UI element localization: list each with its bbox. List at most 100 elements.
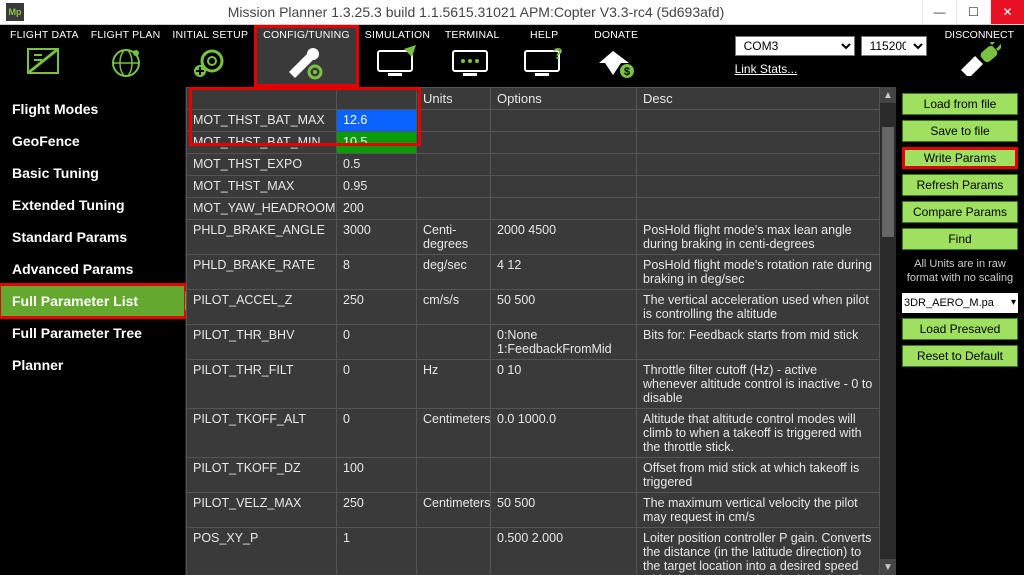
save-to-file-button[interactable]: Save to file — [902, 120, 1018, 142]
sidenav-item-standard-params[interactable]: Standard Params — [0, 221, 185, 253]
table-row[interactable]: PILOT_VELZ_MAX250Centimeters50 500The ma… — [187, 493, 880, 528]
globe-icon — [96, 43, 156, 81]
cell-opt: 50 500 — [491, 493, 637, 528]
link-stats-link[interactable]: Link Stats... — [735, 62, 798, 76]
cell-val[interactable]: 0 — [337, 409, 417, 458]
cell-opt — [491, 458, 637, 493]
wrench-gear-icon — [276, 43, 336, 81]
cell-val[interactable]: 250 — [337, 290, 417, 325]
cell-val[interactable]: 1 — [337, 528, 417, 575]
table-scrollbar[interactable]: ▲ ▼ — [880, 87, 896, 575]
cell-desc: Loiter position controller P gain. Conve… — [637, 528, 880, 575]
scroll-up-arrow[interactable]: ▲ — [880, 87, 896, 103]
reset-to-default-button[interactable]: Reset to Default — [902, 345, 1018, 367]
sidenav-item-full-parameter-tree[interactable]: Full Parameter Tree — [0, 317, 185, 349]
write-params-button[interactable]: Write Params — [902, 147, 1018, 169]
cell-desc — [637, 176, 880, 198]
load-from-file-button[interactable]: Load from file — [902, 93, 1018, 115]
cell-val[interactable]: 0.5 — [337, 154, 417, 176]
simulation-button[interactable]: SIMULATION — [359, 25, 436, 87]
cell-unit — [417, 132, 491, 154]
table-row[interactable]: PILOT_TKOFF_ALT0Centimeters0.0 1000.0Alt… — [187, 409, 880, 458]
table-row[interactable]: MOT_THST_EXPO0.5 — [187, 154, 880, 176]
cell-cmd: MOT_THST_BAT_MAX — [187, 110, 337, 132]
compare-params-button[interactable]: Compare Params — [902, 201, 1018, 223]
table-row[interactable]: MOT_THST_BAT_MIN10.5 — [187, 132, 880, 154]
preset-dropdown[interactable]: 3DR_AERO_M.pa▾ — [902, 293, 1018, 313]
cell-cmd: POS_XY_P — [187, 528, 337, 575]
cell-unit: cm/s/s — [417, 290, 491, 325]
find-button[interactable]: Find — [902, 228, 1018, 250]
app-icon: Mp — [6, 3, 24, 21]
cell-val[interactable]: 0 — [337, 325, 417, 360]
sidenav-item-full-parameter-list[interactable]: Full Parameter List — [0, 285, 185, 317]
column-header[interactable]: Units — [417, 88, 491, 110]
cell-cmd: MOT_THST_MAX — [187, 176, 337, 198]
help-button[interactable]: HELP ? — [508, 25, 580, 87]
flight-plan-button[interactable]: FLIGHT PLAN — [85, 25, 167, 87]
cell-unit: Centimeters — [417, 493, 491, 528]
parameter-table: UnitsOptionsDesc MOT_THST_BAT_MAX12.6MOT… — [186, 87, 880, 575]
sidenav-item-basic-tuning[interactable]: Basic Tuning — [0, 157, 185, 189]
cell-desc — [637, 198, 880, 220]
load-presaved-button[interactable]: Load Presaved — [902, 318, 1018, 340]
cell-val[interactable]: 250 — [337, 493, 417, 528]
cell-unit: deg/sec — [417, 255, 491, 290]
column-header[interactable] — [337, 88, 417, 110]
disconnect-button[interactable]: DISCONNECT — [935, 25, 1024, 87]
baud-rate-select[interactable]: 115200 — [861, 36, 927, 56]
table-row[interactable]: PILOT_THR_FILT0Hz0 10Throttle filter cut… — [187, 360, 880, 409]
table-row[interactable]: PILOT_ACCEL_Z250cm/s/s50 500The vertical… — [187, 290, 880, 325]
table-row[interactable]: PILOT_TKOFF_DZ100Offset from mid stick a… — [187, 458, 880, 493]
sidenav-item-geofence[interactable]: GeoFence — [0, 125, 185, 157]
table-row[interactable]: MOT_THST_MAX0.95 — [187, 176, 880, 198]
cell-val[interactable]: 100 — [337, 458, 417, 493]
units-note: All Units are in raw format with no scal… — [902, 257, 1018, 286]
refresh-params-button[interactable]: Refresh Params — [902, 174, 1018, 196]
initial-setup-button[interactable]: INITIAL SETUP — [166, 25, 254, 87]
cell-val[interactable]: 200 — [337, 198, 417, 220]
column-header[interactable]: Desc — [637, 88, 880, 110]
cell-cmd: MOT_YAW_HEADROOM — [187, 198, 337, 220]
table-row[interactable]: PILOT_THR_BHV00:None 1:FeedbackFromMidBi… — [187, 325, 880, 360]
cell-cmd: PILOT_TKOFF_ALT — [187, 409, 337, 458]
donate-button[interactable]: DONATE $ — [580, 25, 652, 87]
cell-val[interactable]: 3000 — [337, 220, 417, 255]
sidenav-item-extended-tuning[interactable]: Extended Tuning — [0, 189, 185, 221]
window-title: Mission Planner 1.3.25.3 build 1.1.5615.… — [30, 4, 922, 20]
minimize-button[interactable]: — — [922, 0, 956, 24]
sidenav-item-advanced-params[interactable]: Advanced Params — [0, 253, 185, 285]
scroll-thumb[interactable] — [882, 127, 894, 237]
cell-val[interactable]: 12.6 — [337, 110, 417, 132]
table-row[interactable]: PHLD_BRAKE_ANGLE3000Centi-degrees2000 45… — [187, 220, 880, 255]
com-port-select[interactable]: COM3 — [735, 36, 855, 56]
scroll-down-arrow[interactable]: ▼ — [880, 559, 896, 575]
terminal-button[interactable]: TERMINAL — [436, 25, 508, 87]
cell-cmd: MOT_THST_EXPO — [187, 154, 337, 176]
cell-opt: 4 12 — [491, 255, 637, 290]
cell-cmd: MOT_THST_BAT_MIN — [187, 132, 337, 154]
column-header[interactable]: Options — [491, 88, 637, 110]
flight-data-button[interactable]: FLIGHT DATA — [4, 25, 85, 87]
cell-opt: 0 10 — [491, 360, 637, 409]
cell-desc — [637, 132, 880, 154]
cell-val[interactable]: 0 — [337, 360, 417, 409]
table-row[interactable]: MOT_YAW_HEADROOM200 — [187, 198, 880, 220]
cell-val[interactable]: 0.95 — [337, 176, 417, 198]
cell-cmd: PILOT_THR_BHV — [187, 325, 337, 360]
maximize-button[interactable]: ☐ — [956, 0, 990, 24]
column-header[interactable] — [187, 88, 337, 110]
cell-val[interactable]: 8 — [337, 255, 417, 290]
table-row[interactable]: PHLD_BRAKE_RATE8deg/sec4 12PosHold fligh… — [187, 255, 880, 290]
close-button[interactable]: ✕ — [990, 0, 1024, 24]
sidenav-item-planner[interactable]: Planner — [0, 349, 185, 381]
gear-plus-icon — [180, 43, 240, 81]
table-row[interactable]: POS_XY_P10.500 2.000Loiter position cont… — [187, 528, 880, 575]
config-tuning-button[interactable]: CONFIG/TUNING — [254, 25, 359, 87]
cell-cmd: PHLD_BRAKE_RATE — [187, 255, 337, 290]
cell-val[interactable]: 10.5 — [337, 132, 417, 154]
table-row[interactable]: MOT_THST_BAT_MAX12.6 — [187, 110, 880, 132]
sidenav-item-flight-modes[interactable]: Flight Modes — [0, 93, 185, 125]
cell-desc: The vertical acceleration used when pilo… — [637, 290, 880, 325]
flightdata-icon — [14, 43, 74, 81]
